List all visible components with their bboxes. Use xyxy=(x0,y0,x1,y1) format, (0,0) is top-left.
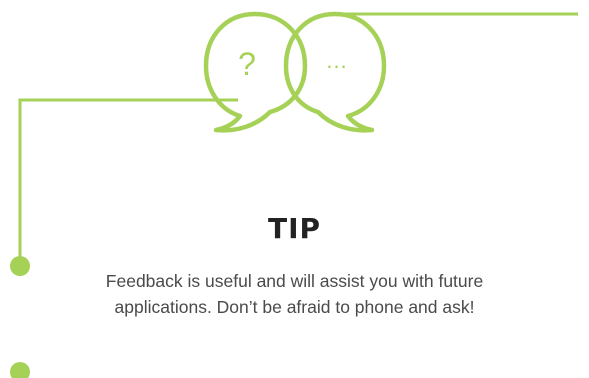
ellipsis-glyph: ... xyxy=(326,48,348,73)
timeline-dot-upper xyxy=(10,256,30,276)
tip-body-line-2: applications. Don’t be afraid to phone a… xyxy=(114,297,475,317)
tip-body-line-1: Feedback is useful and will assist you w… xyxy=(105,271,484,291)
tip-heading: TIP xyxy=(267,212,322,245)
tip-card: ? ... TIP Feedback is useful and will as… xyxy=(0,0,589,378)
tip-body: Feedback is useful and will assist you w… xyxy=(60,268,529,320)
timeline-dot-lower xyxy=(10,362,30,378)
decoration-art xyxy=(10,11,578,378)
question-mark-glyph: ? xyxy=(238,46,256,82)
